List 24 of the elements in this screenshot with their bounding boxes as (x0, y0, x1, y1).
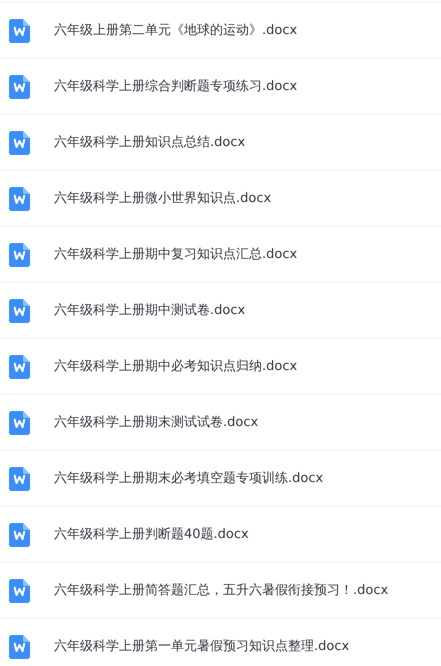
word-document-icon (9, 298, 30, 322)
file-name[interactable]: 六年级科学上册判断题40题.docx (54, 524, 249, 544)
word-document-icon (9, 18, 30, 42)
word-document-icon (9, 466, 30, 490)
word-document-icon (9, 522, 30, 546)
file-name[interactable]: 六年级科学上册期末测试试卷.docx (54, 412, 258, 432)
word-document-icon (9, 130, 30, 154)
file-name[interactable]: 六年级科学上册期末必考填空题专项训练.docx (54, 468, 324, 488)
file-name[interactable]: 六年级科学上册第一单元暑假预习知识点整理.docx (54, 636, 350, 656)
word-document-icon (9, 578, 30, 602)
file-name[interactable]: 六年级科学上册期中测试卷.docx (54, 300, 246, 320)
file-name[interactable]: 六年级上册第二单元《地球的运动》.docx (54, 20, 298, 40)
file-name[interactable]: 六年级科学上册简答题汇总，五升六暑假衔接预习！.docx (54, 580, 388, 600)
file-name[interactable]: 六年级科学上册综合判断题专项练习.docx (54, 76, 298, 96)
file-name[interactable]: 六年级科学上册期中复习知识点汇总.docx (54, 244, 298, 264)
word-document-icon (9, 74, 30, 98)
file-name[interactable]: 六年级科学上册知识点总结.docx (54, 132, 246, 152)
word-document-icon (9, 634, 30, 658)
word-document-icon (9, 354, 30, 378)
word-document-icon (9, 410, 30, 434)
file-name[interactable]: 六年级科学上册微小世界知识点.docx (54, 188, 272, 208)
word-document-icon (9, 242, 30, 266)
file-name[interactable]: 六年级科学上册期中必考知识点归纳.docx (54, 356, 298, 376)
word-document-icon (9, 186, 30, 210)
